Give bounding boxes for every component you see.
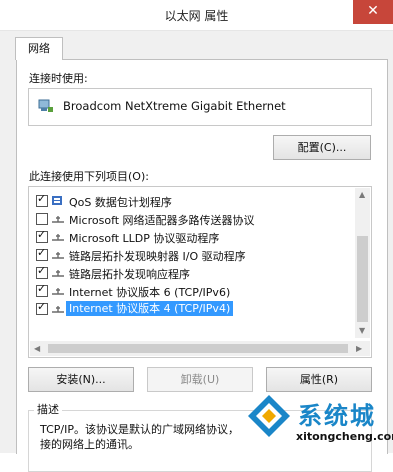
item-label: 链路层拓扑发现映射器 I/O 驱动程序 — [69, 250, 246, 263]
checkbox[interactable] — [36, 228, 48, 243]
list-item[interactable]: Internet 协议版本 6 (TCP/IPv6) — [33, 282, 343, 300]
checkbox[interactable] — [36, 192, 48, 207]
watermark-text-en: xitongcheng.com — [296, 430, 393, 443]
list-item[interactable]: 链路层拓扑发现映射器 I/O 驱动程序 — [33, 246, 343, 264]
scroll-left-icon[interactable]: ◀ — [34, 344, 40, 353]
list-item[interactable]: Microsoft LLDP 协议驱动程序 — [33, 228, 343, 246]
checkbox[interactable] — [36, 213, 48, 225]
vertical-scroll-thumb[interactable] — [357, 236, 368, 322]
window-title: 以太网 属性 — [164, 9, 229, 23]
adapter-name: Broadcom NetXtreme Gigabit Ethernet — [63, 99, 286, 113]
configure-button[interactable]: 配置(C)... — [273, 135, 371, 160]
adapter-field: Broadcom NetXtreme Gigabit Ethernet — [28, 88, 372, 126]
watermark-text-cn: 系统城 — [298, 402, 376, 430]
connect-using-label: 连接时使用: — [29, 72, 88, 85]
protocol-icon — [52, 252, 64, 259]
properties-button[interactable]: 属性(R) — [266, 367, 372, 392]
scroll-up-icon[interactable]: ▲ — [359, 190, 365, 199]
items-label: 此连接使用下列项目(O): — [29, 170, 149, 183]
item-label: Internet 协议版本 6 (TCP/IPv6) — [69, 286, 231, 299]
item-label: QoS 数据包计划程序 — [69, 196, 172, 209]
item-label: Microsoft 网络适配器多路传送器协议 — [69, 214, 255, 227]
checkbox[interactable] — [36, 300, 48, 315]
list-item-selected[interactable]: Internet 协议版本 4 (TCP/IPv4) — [33, 300, 343, 318]
title-bar: 以太网 属性 ✕ — [0, 0, 393, 31]
install-button[interactable]: 安装(N)... — [28, 367, 134, 392]
item-label: Microsoft LLDP 协议驱动程序 — [69, 232, 220, 245]
qos-scheduler-icon — [52, 196, 62, 205]
protocol-icon — [52, 234, 64, 241]
protocol-icon — [52, 216, 64, 223]
checkbox[interactable] — [36, 246, 48, 261]
protocol-icon — [52, 270, 64, 277]
tab-network[interactable]: 网络 — [15, 37, 63, 60]
vertical-scrollbar[interactable]: ▲ ▼ — [355, 188, 370, 338]
network-adapter-icon — [38, 99, 53, 112]
description-title: 描述 — [34, 401, 62, 417]
checkbox[interactable] — [36, 282, 48, 297]
list-item[interactable]: QoS 数据包计划程序 — [33, 192, 343, 210]
scroll-down-icon[interactable]: ▼ — [359, 326, 365, 335]
checkbox[interactable] — [36, 264, 48, 279]
horizontal-scrollbar[interactable]: ◀ ▶ — [30, 341, 370, 356]
horizontal-scroll-thumb[interactable] — [48, 344, 348, 353]
scroll-right-icon[interactable]: ▶ — [356, 344, 362, 353]
close-button[interactable]: ✕ — [353, 0, 393, 24]
protocol-icon — [52, 288, 64, 295]
list-item[interactable]: 链路层拓扑发现响应程序 — [33, 264, 343, 282]
list-item[interactable]: Microsoft 网络适配器多路传送器协议 — [33, 210, 343, 228]
uninstall-button: 卸载(U) — [147, 367, 253, 392]
items-list[interactable]: QoS 数据包计划程序 Microsoft 网络适配器多路传送器协议 Micro… — [28, 186, 372, 358]
protocol-icon — [52, 306, 64, 313]
item-label: Internet 协议版本 4 (TCP/IPv4) — [66, 301, 234, 316]
watermark-logo-icon — [248, 395, 290, 437]
item-label: 链路层拓扑发现响应程序 — [69, 268, 190, 281]
